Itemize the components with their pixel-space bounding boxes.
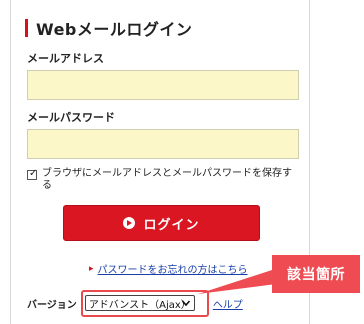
password-field[interactable]	[27, 129, 299, 159]
play-circle-icon	[123, 217, 136, 229]
login-button-label: ログイン	[143, 217, 200, 233]
version-label: バージョン	[27, 299, 77, 311]
checkmark-icon: ✓	[29, 168, 38, 179]
page-title: Webメールログイン	[25, 18, 193, 39]
title-accent-bar	[25, 19, 28, 37]
arrow-right-icon: ▸	[89, 263, 94, 274]
callout-pointer	[198, 270, 276, 294]
remember-checkbox[interactable]: ✓	[27, 168, 38, 180]
remember-label: ブラウザにメールアドレスとメールパスワードを保存する	[42, 168, 292, 191]
email-field[interactable]	[27, 70, 299, 100]
highlight-frame	[81, 290, 209, 317]
annotation-callout: 該当箇所	[272, 255, 360, 293]
remember-option[interactable]: ✓ ブラウザにメールアドレスとメールパスワードを保存する	[27, 168, 297, 192]
page-title-text: Webメールログイン	[36, 20, 193, 39]
password-label: メールパスワード	[27, 111, 115, 124]
email-label: メールアドレス	[27, 52, 104, 65]
login-button[interactable]: ログイン	[63, 205, 260, 241]
